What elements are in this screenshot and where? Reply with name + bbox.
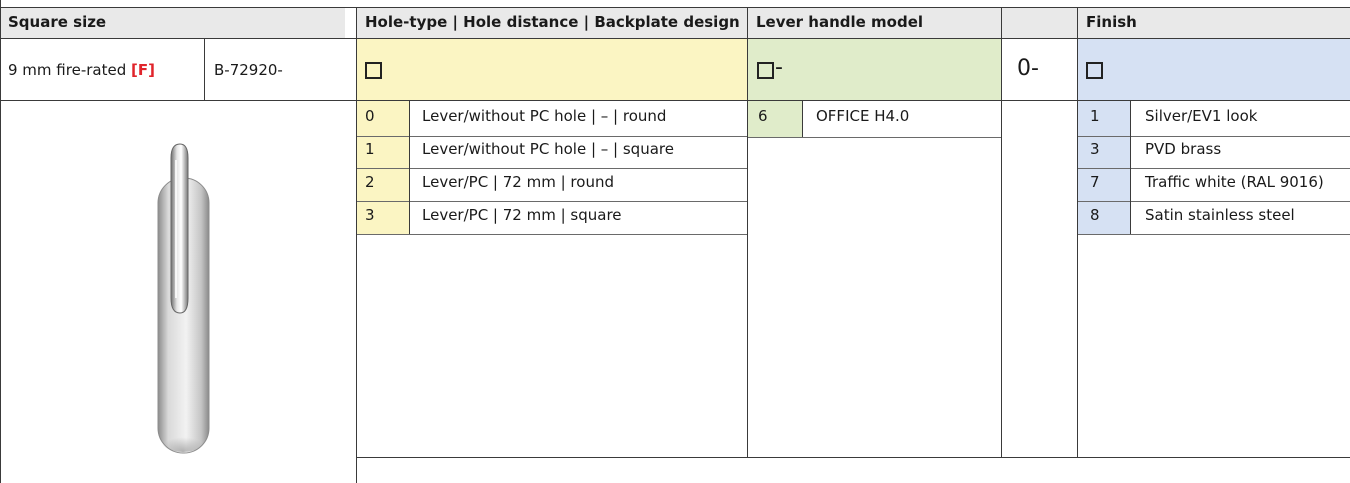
- lever-checkbox[interactable]: [757, 62, 774, 79]
- hole-option-code: 2: [365, 173, 375, 191]
- hole-option-label[interactable]: Lever/PC | 72 mm | round: [422, 173, 614, 191]
- finish-option-label[interactable]: Traffic white (RAL 9016): [1145, 173, 1324, 191]
- finish-option-code: 7: [1090, 173, 1100, 191]
- hole-option-label[interactable]: Lever/without PC hole | – | square: [422, 140, 674, 158]
- hole-option-label[interactable]: Lever/without PC hole | – | round: [422, 107, 666, 125]
- fire-rated-code: [F]: [131, 61, 155, 79]
- finish-option-label[interactable]: Satin stainless steel: [1145, 206, 1295, 224]
- lever-option-label[interactable]: OFFICE H4.0: [816, 107, 909, 125]
- hole-select-cell[interactable]: [357, 39, 747, 100]
- lever-option-code: 6: [758, 107, 768, 125]
- header-lever-model: Lever handle model: [748, 7, 1001, 38]
- header-finish: Finish: [1078, 7, 1350, 38]
- lever-suffix: -: [775, 55, 783, 80]
- finish-option-code: 3: [1090, 140, 1100, 158]
- square-size-value: 9 mm fire-rated [F]: [8, 61, 155, 79]
- finish-checkbox[interactable]: [1086, 62, 1103, 79]
- fixed-code: 0-: [1017, 56, 1039, 81]
- finish-option-label[interactable]: Silver/EV1 look: [1145, 107, 1257, 125]
- article-prefix: B-72920-: [214, 61, 283, 79]
- finish-option-code: 1: [1090, 107, 1100, 125]
- header-square-size: Square size: [0, 7, 345, 38]
- header-hole-type: Hole-type | Hole distance | Backplate de…: [357, 7, 747, 38]
- finish-select-cell[interactable]: [1078, 39, 1350, 100]
- hole-option-code: 0: [365, 107, 375, 125]
- hole-checkbox[interactable]: [365, 62, 382, 79]
- finish-option-code: 8: [1090, 206, 1100, 224]
- hole-option-label[interactable]: Lever/PC | 72 mm | square: [422, 206, 622, 224]
- hole-option-code: 3: [365, 206, 375, 224]
- header-blank: [1002, 7, 1077, 38]
- hole-option-code: 1: [365, 140, 375, 158]
- lever-select-cell[interactable]: [748, 39, 1001, 100]
- door-lever-handle-image: [157, 143, 210, 454]
- finish-option-label[interactable]: PVD brass: [1145, 140, 1221, 158]
